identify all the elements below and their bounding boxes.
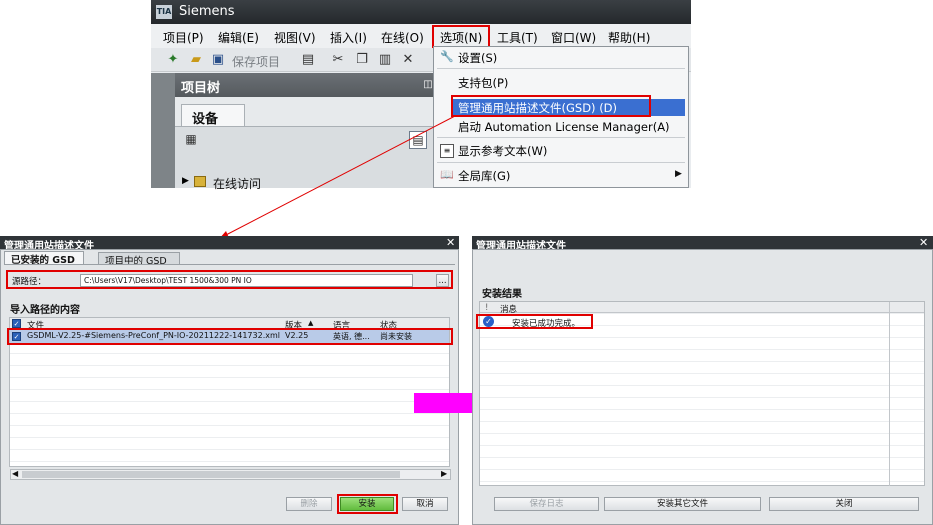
- select-all-checkbox[interactable]: ✓: [12, 319, 21, 328]
- tab-project-gsd[interactable]: 项目中的 GSD: [98, 252, 180, 267]
- save-log-button[interactable]: 保存日志: [494, 497, 599, 511]
- result-highlight: [476, 314, 593, 329]
- results-table-header: [480, 302, 924, 313]
- gsd-row-highlight: [7, 328, 453, 345]
- install-button-highlight: [337, 494, 398, 514]
- source-path-highlight: [6, 270, 453, 289]
- cancel-button[interactable]: 取消: [402, 497, 448, 511]
- scroll-right-icon[interactable]: ▶: [441, 469, 447, 478]
- scroll-left-icon[interactable]: ◀: [12, 469, 18, 478]
- column-divider: [889, 302, 890, 486]
- install-results-title: 安装结果: [482, 289, 522, 300]
- install-other-files-button[interactable]: 安装其它文件: [604, 497, 761, 511]
- tab-installed-gsd[interactable]: 已安装的 GSD: [4, 251, 84, 266]
- import-section-title: 导入路径的内容: [10, 305, 80, 316]
- tab-divider: [4, 264, 455, 265]
- close-icon[interactable]: ✕: [919, 236, 928, 249]
- scrollbar-thumb[interactable]: [22, 471, 400, 478]
- close-button[interactable]: 关闭: [769, 497, 919, 511]
- sort-ascending-icon: ▲: [308, 319, 314, 327]
- column-status-icon: !: [485, 303, 489, 313]
- close-icon[interactable]: ✕: [446, 236, 455, 249]
- dialog-left-title: 管理通用站描述文件: [0, 236, 459, 252]
- dialog-right-title: 管理通用站描述文件: [472, 236, 933, 252]
- delete-button[interactable]: 删除: [286, 497, 332, 511]
